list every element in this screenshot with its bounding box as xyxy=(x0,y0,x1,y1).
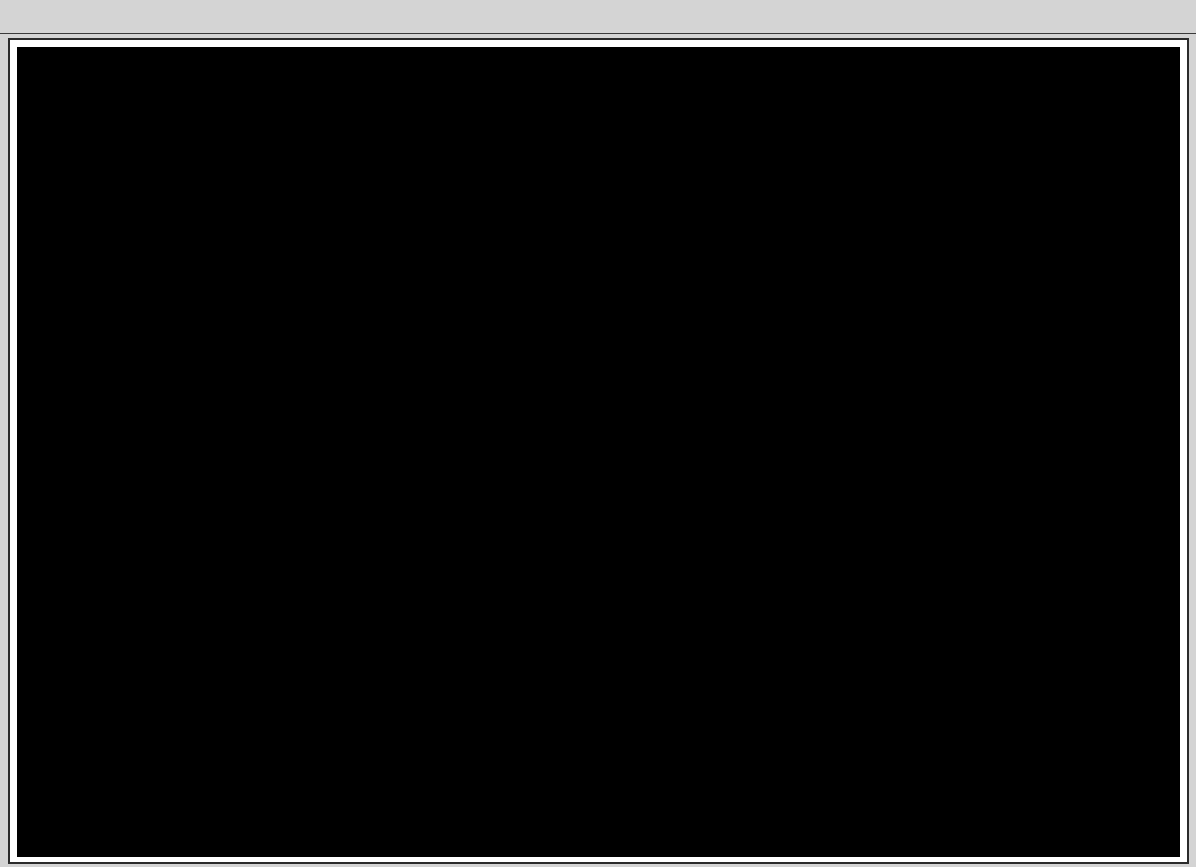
geospace-activity-page: { "header": { "title": "GEOSPACE GEOMAGN… xyxy=(0,0,1196,867)
plot-background xyxy=(17,47,1180,857)
header-divider xyxy=(0,33,1196,34)
plot-frame xyxy=(8,38,1189,864)
